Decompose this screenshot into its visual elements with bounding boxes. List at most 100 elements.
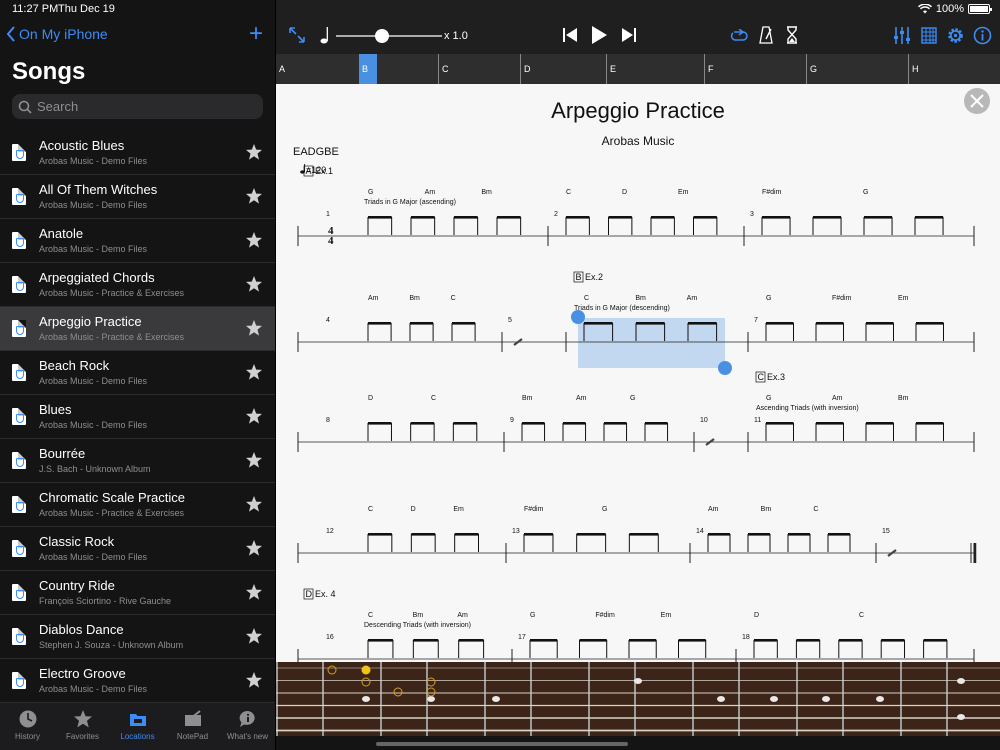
favorite-star-icon[interactable] — [245, 275, 263, 293]
guitar-file-icon — [12, 672, 26, 689]
favorite-star-icon[interactable] — [245, 451, 263, 469]
song-row[interactable]: Bourrée J.S. Bach - Unknown Album — [0, 439, 275, 483]
note-beam — [608, 216, 632, 219]
tab-notepad[interactable]: NotePad — [165, 703, 220, 750]
favorite-star-icon[interactable] — [245, 583, 263, 601]
chord-name: D — [754, 612, 759, 619]
fullscreen-button[interactable] — [288, 26, 306, 44]
tab-favorites[interactable]: Favorites — [55, 703, 110, 750]
note-beam — [604, 422, 627, 425]
measure-number: 7 — [754, 317, 758, 324]
fret-wire — [842, 662, 844, 736]
fretboard[interactable] — [276, 662, 1000, 736]
note-beam — [916, 322, 944, 325]
fret-inlay — [717, 696, 725, 702]
chord-name: Bm — [522, 395, 533, 402]
note-beam — [645, 422, 668, 425]
section-marker[interactable]: F — [704, 54, 714, 84]
song-row[interactable]: Acoustic Blues Arobas Music - Demo Files — [0, 131, 275, 175]
section-marker[interactable]: H — [908, 54, 919, 84]
song-row[interactable]: Chromatic Scale Practice Arobas Music - P… — [0, 483, 275, 527]
loop-button[interactable] — [730, 29, 748, 43]
tab-history[interactable]: History — [0, 703, 55, 750]
section-marker[interactable]: B — [359, 54, 377, 84]
song-row[interactable]: Electro Groove Arobas Music - Demo Files — [0, 659, 275, 703]
chord-name: C — [368, 506, 373, 513]
chord-name: D — [411, 506, 416, 513]
tab-label: What's new — [226, 732, 269, 741]
note-beam — [368, 216, 392, 219]
next-button[interactable] — [621, 27, 637, 43]
play-button[interactable] — [590, 25, 608, 45]
section-marker[interactable]: D — [520, 54, 531, 84]
measure-number: 5 — [508, 317, 512, 324]
song-row[interactable]: Beach Rock Arobas Music - Demo Files — [0, 351, 275, 395]
favorite-star-icon[interactable] — [245, 495, 263, 513]
chord-grid-button[interactable] — [921, 27, 937, 44]
note-beam — [454, 533, 479, 536]
tab-locations[interactable]: Locations — [110, 703, 165, 750]
previous-button[interactable] — [562, 27, 578, 43]
chord-name: F#dim — [832, 295, 852, 302]
tab-what-s-new[interactable]: What's new — [220, 703, 275, 750]
countdown-button[interactable] — [786, 26, 798, 44]
search-input[interactable]: Search — [12, 94, 263, 119]
song-row[interactable]: Arpeggiated Chords Arobas Music - Practic… — [0, 263, 275, 307]
add-button[interactable]: + — [249, 22, 263, 46]
song-row[interactable]: All Of Them Witches Arobas Music - Demo F… — [0, 175, 275, 219]
clock-icon — [19, 710, 36, 728]
settings-button[interactable] — [946, 26, 965, 45]
measure-number: 15 — [882, 528, 890, 535]
note-beam — [368, 422, 392, 425]
selection-handle-end[interactable] — [718, 361, 732, 375]
fret-inlay — [957, 678, 965, 684]
section-marker[interactable]: A — [276, 54, 285, 84]
back-button[interactable]: On My iPhone — [6, 26, 108, 42]
selection-handle-start[interactable] — [571, 310, 585, 324]
song-row[interactable]: Anatole Arobas Music - Demo Files — [0, 219, 275, 263]
favorite-star-icon[interactable] — [245, 187, 263, 205]
measure-number: 9 — [510, 417, 514, 424]
score-view: Arpeggio Practice Arobas Music EADGBE =1… — [276, 84, 1000, 662]
favorite-star-icon[interactable] — [245, 539, 263, 557]
favorite-star-icon[interactable] — [245, 671, 263, 689]
guitar-file-icon — [12, 276, 26, 293]
section-marker[interactable]: E — [606, 54, 616, 84]
back-label: On My iPhone — [19, 26, 108, 42]
favorite-star-icon[interactable] — [245, 319, 263, 337]
favorite-star-icon[interactable] — [245, 627, 263, 645]
wifi-icon — [917, 4, 932, 14]
note-beam — [796, 639, 820, 642]
fret-inlay — [634, 678, 642, 684]
section-marker[interactable]: C — [438, 54, 449, 84]
info-button[interactable] — [973, 26, 992, 45]
song-row[interactable]: Blues Arobas Music - Demo Files — [0, 395, 275, 439]
guitar-file-icon — [12, 320, 26, 337]
favorite-star-icon[interactable] — [245, 407, 263, 425]
chord-name: Am — [832, 395, 843, 402]
song-name: Blues — [39, 402, 72, 417]
section-marker-text: Ex. 4 — [315, 589, 336, 599]
favorite-star-icon[interactable] — [245, 231, 263, 249]
note-beam — [708, 533, 730, 536]
chord-name: Am — [368, 295, 379, 302]
song-row[interactable]: Diablos Dance Stephen J. Souza - Unknown … — [0, 615, 275, 659]
tab-label: Locations — [120, 732, 155, 741]
song-row[interactable]: Arpeggio Practice Arobas Music - Practice… — [0, 307, 275, 351]
guitar-file-icon — [12, 452, 26, 469]
score-notation[interactable]: 1 A Ex.1 Triads in G Major (ascending) G Am Bm… — [276, 84, 1000, 662]
favorite-star-icon[interactable] — [245, 363, 263, 381]
metronome-button[interactable] — [759, 26, 773, 44]
favorite-star-icon[interactable] — [245, 143, 263, 161]
song-row[interactable]: Classic Rock Arobas Music - Demo Files — [0, 527, 275, 571]
mixer-button[interactable] — [893, 27, 911, 44]
speed-slider-track[interactable] — [336, 35, 442, 37]
song-row[interactable]: Country Ride François Sciortino - Rive Ga… — [0, 571, 275, 615]
section-marker[interactable]: G — [806, 54, 817, 84]
note-beam — [566, 216, 590, 219]
tab-label: Favorites — [66, 732, 99, 741]
status-date: Thu Dec 19 — [58, 3, 115, 15]
fret-wire — [484, 662, 486, 736]
speed-slider-knob[interactable] — [374, 29, 389, 43]
song-name: Beach Rock — [39, 358, 110, 373]
